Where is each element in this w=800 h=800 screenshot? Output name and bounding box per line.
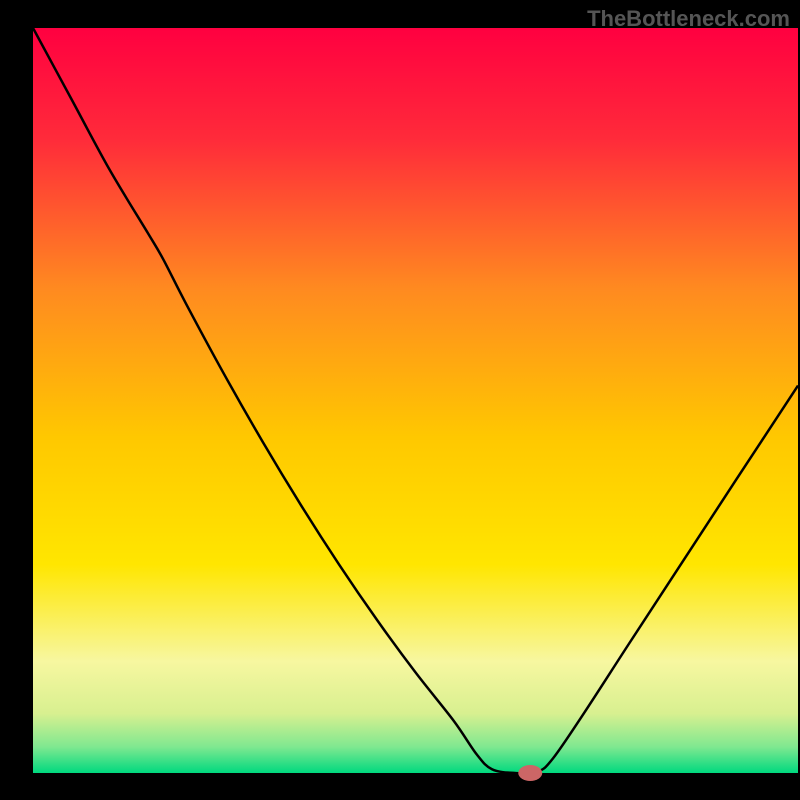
gradient-background	[33, 28, 798, 773]
optimal-marker	[518, 765, 542, 781]
bottleneck-chart	[0, 0, 800, 800]
chart-svg	[0, 0, 800, 800]
watermark-text: TheBottleneck.com	[587, 6, 790, 32]
